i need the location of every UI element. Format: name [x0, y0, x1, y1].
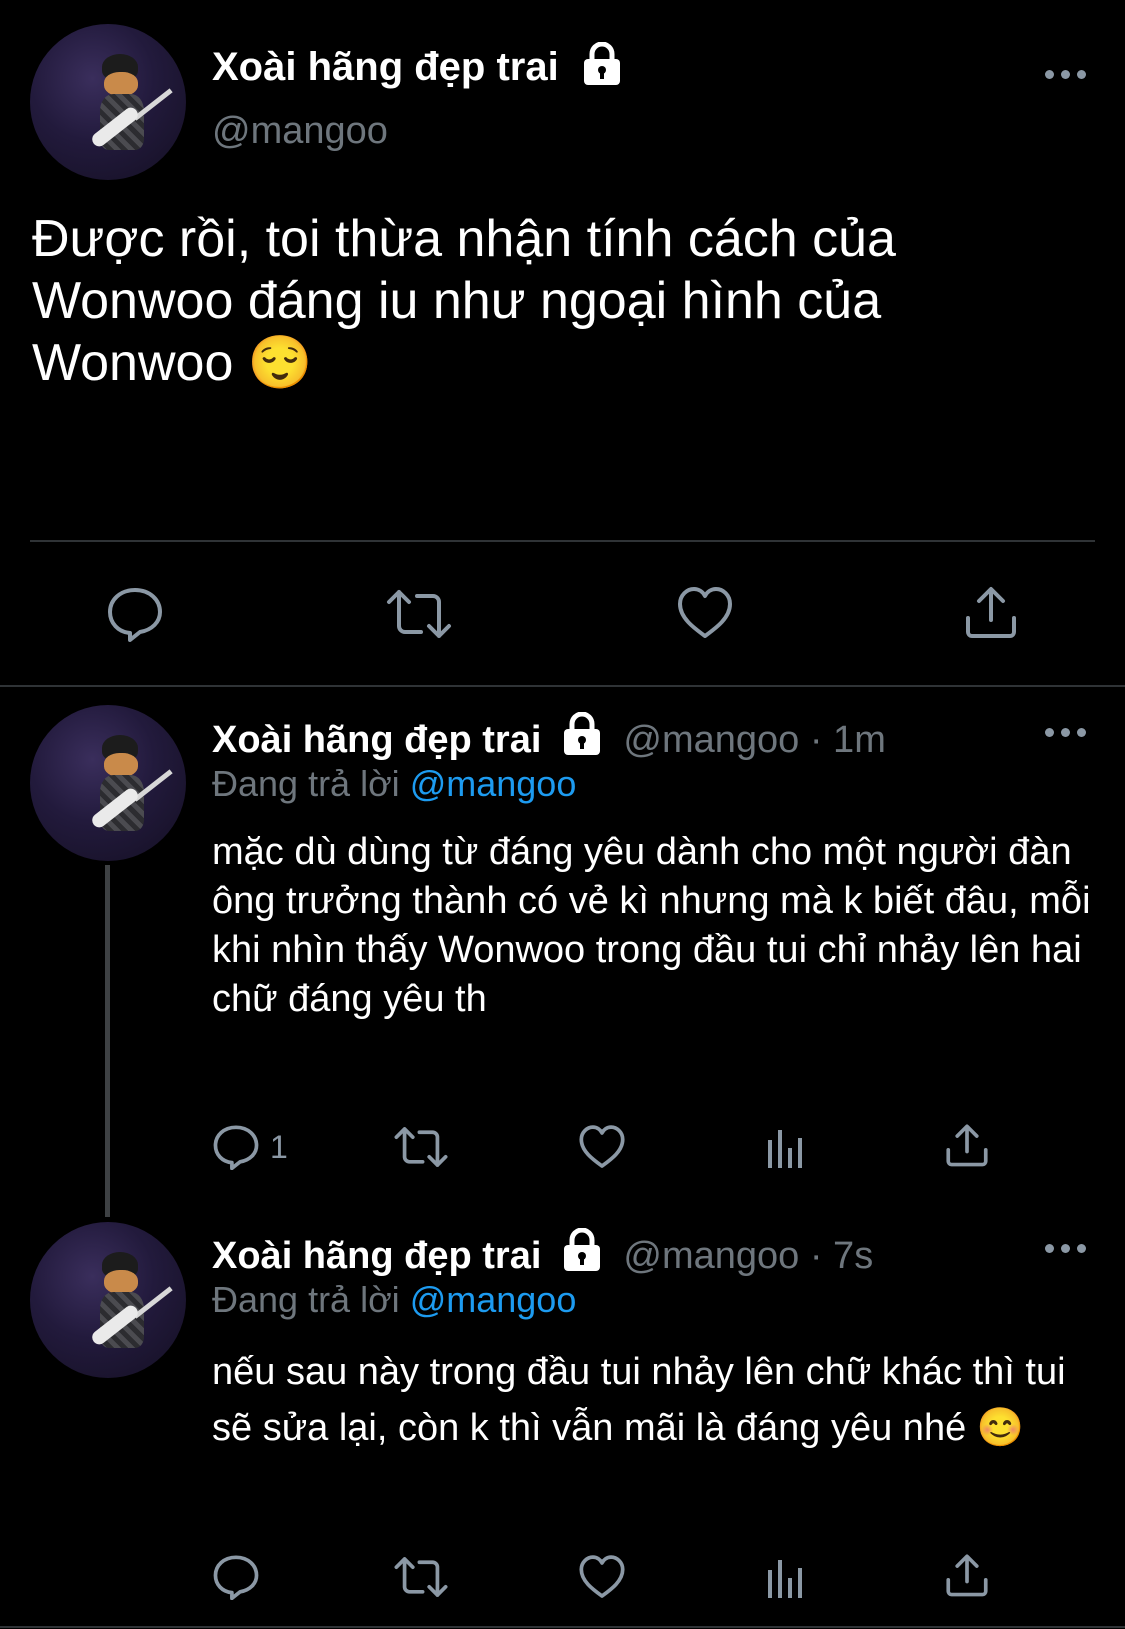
- tweet-text: Được rồi, toi thừa nhận tính cách của Wo…: [32, 210, 896, 392]
- lock-icon: [561, 711, 603, 767]
- replying-label: Đang trả lời: [212, 763, 400, 804]
- like-icon[interactable]: [676, 586, 734, 640]
- analytics-icon[interactable]: [766, 1556, 806, 1600]
- analytics-icon[interactable]: [766, 1126, 806, 1170]
- retweet-icon[interactable]: [393, 1124, 449, 1170]
- more-options-icon[interactable]: [1045, 70, 1086, 79]
- replying-to: Đang trả lời @mangoo: [212, 1278, 576, 1322]
- reply-icon[interactable]: [212, 1124, 260, 1170]
- display-name[interactable]: Xoài hãng đẹp trai: [212, 717, 541, 763]
- replying-to: Đang trả lời @mangoo: [212, 762, 576, 806]
- avatar[interactable]: [30, 1222, 186, 1378]
- display-name[interactable]: Xoài hãng đẹp trai: [212, 1233, 541, 1279]
- divider: [0, 685, 1125, 687]
- retweet-icon[interactable]: [385, 586, 453, 642]
- display-name[interactable]: Xoài hãng đẹp trai: [212, 44, 559, 90]
- more-options-icon[interactable]: [1045, 1244, 1086, 1253]
- like-icon[interactable]: [578, 1554, 626, 1600]
- share-icon[interactable]: [964, 584, 1018, 640]
- mention-link[interactable]: @mangoo: [410, 763, 577, 804]
- mention-link[interactable]: @mangoo: [410, 1279, 577, 1320]
- more-options-icon[interactable]: [1045, 728, 1086, 737]
- like-icon[interactable]: [578, 1124, 626, 1170]
- tweet-text: nếu sau này trong đầu tui nhảy lên chữ k…: [212, 1351, 1066, 1449]
- thread-line: [105, 865, 110, 1217]
- handle-timestamp[interactable]: @mangoo · 7s: [623, 1233, 873, 1279]
- share-icon[interactable]: [945, 1122, 989, 1168]
- reply-action[interactable]: 1: [212, 1124, 288, 1170]
- reply-icon[interactable]: [106, 586, 164, 642]
- reply-header: Xoài hãng đẹp trai @mangoo · 1m: [212, 711, 886, 767]
- avatar[interactable]: [30, 24, 186, 180]
- replying-label: Đang trả lời: [212, 1279, 400, 1320]
- reply-header: Xoài hãng đẹp trai @mangoo · 7s: [212, 1227, 873, 1283]
- reply-count: 1: [270, 1128, 288, 1165]
- tweet-text: mặc dù dùng từ đáng yêu dành cho một ngư…: [212, 831, 1091, 1020]
- handle[interactable]: @mangoo: [212, 110, 388, 153]
- share-icon[interactable]: [945, 1552, 989, 1598]
- divider: [30, 540, 1095, 542]
- handle-timestamp[interactable]: @mangoo · 1m: [623, 717, 885, 763]
- divider: [0, 1626, 1125, 1628]
- lock-icon: [561, 1227, 603, 1283]
- lock-icon: [581, 41, 623, 91]
- reply-icon[interactable]: [212, 1554, 260, 1600]
- retweet-icon[interactable]: [393, 1554, 449, 1600]
- avatar[interactable]: [30, 705, 186, 861]
